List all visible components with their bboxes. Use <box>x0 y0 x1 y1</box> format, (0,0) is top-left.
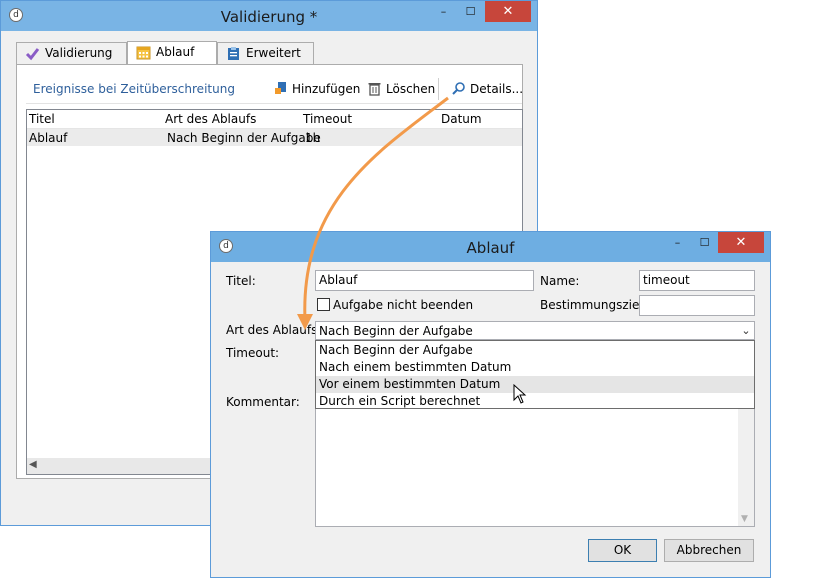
annotation-arrow-icon <box>297 96 449 330</box>
mouse-cursor-icon <box>513 384 527 404</box>
